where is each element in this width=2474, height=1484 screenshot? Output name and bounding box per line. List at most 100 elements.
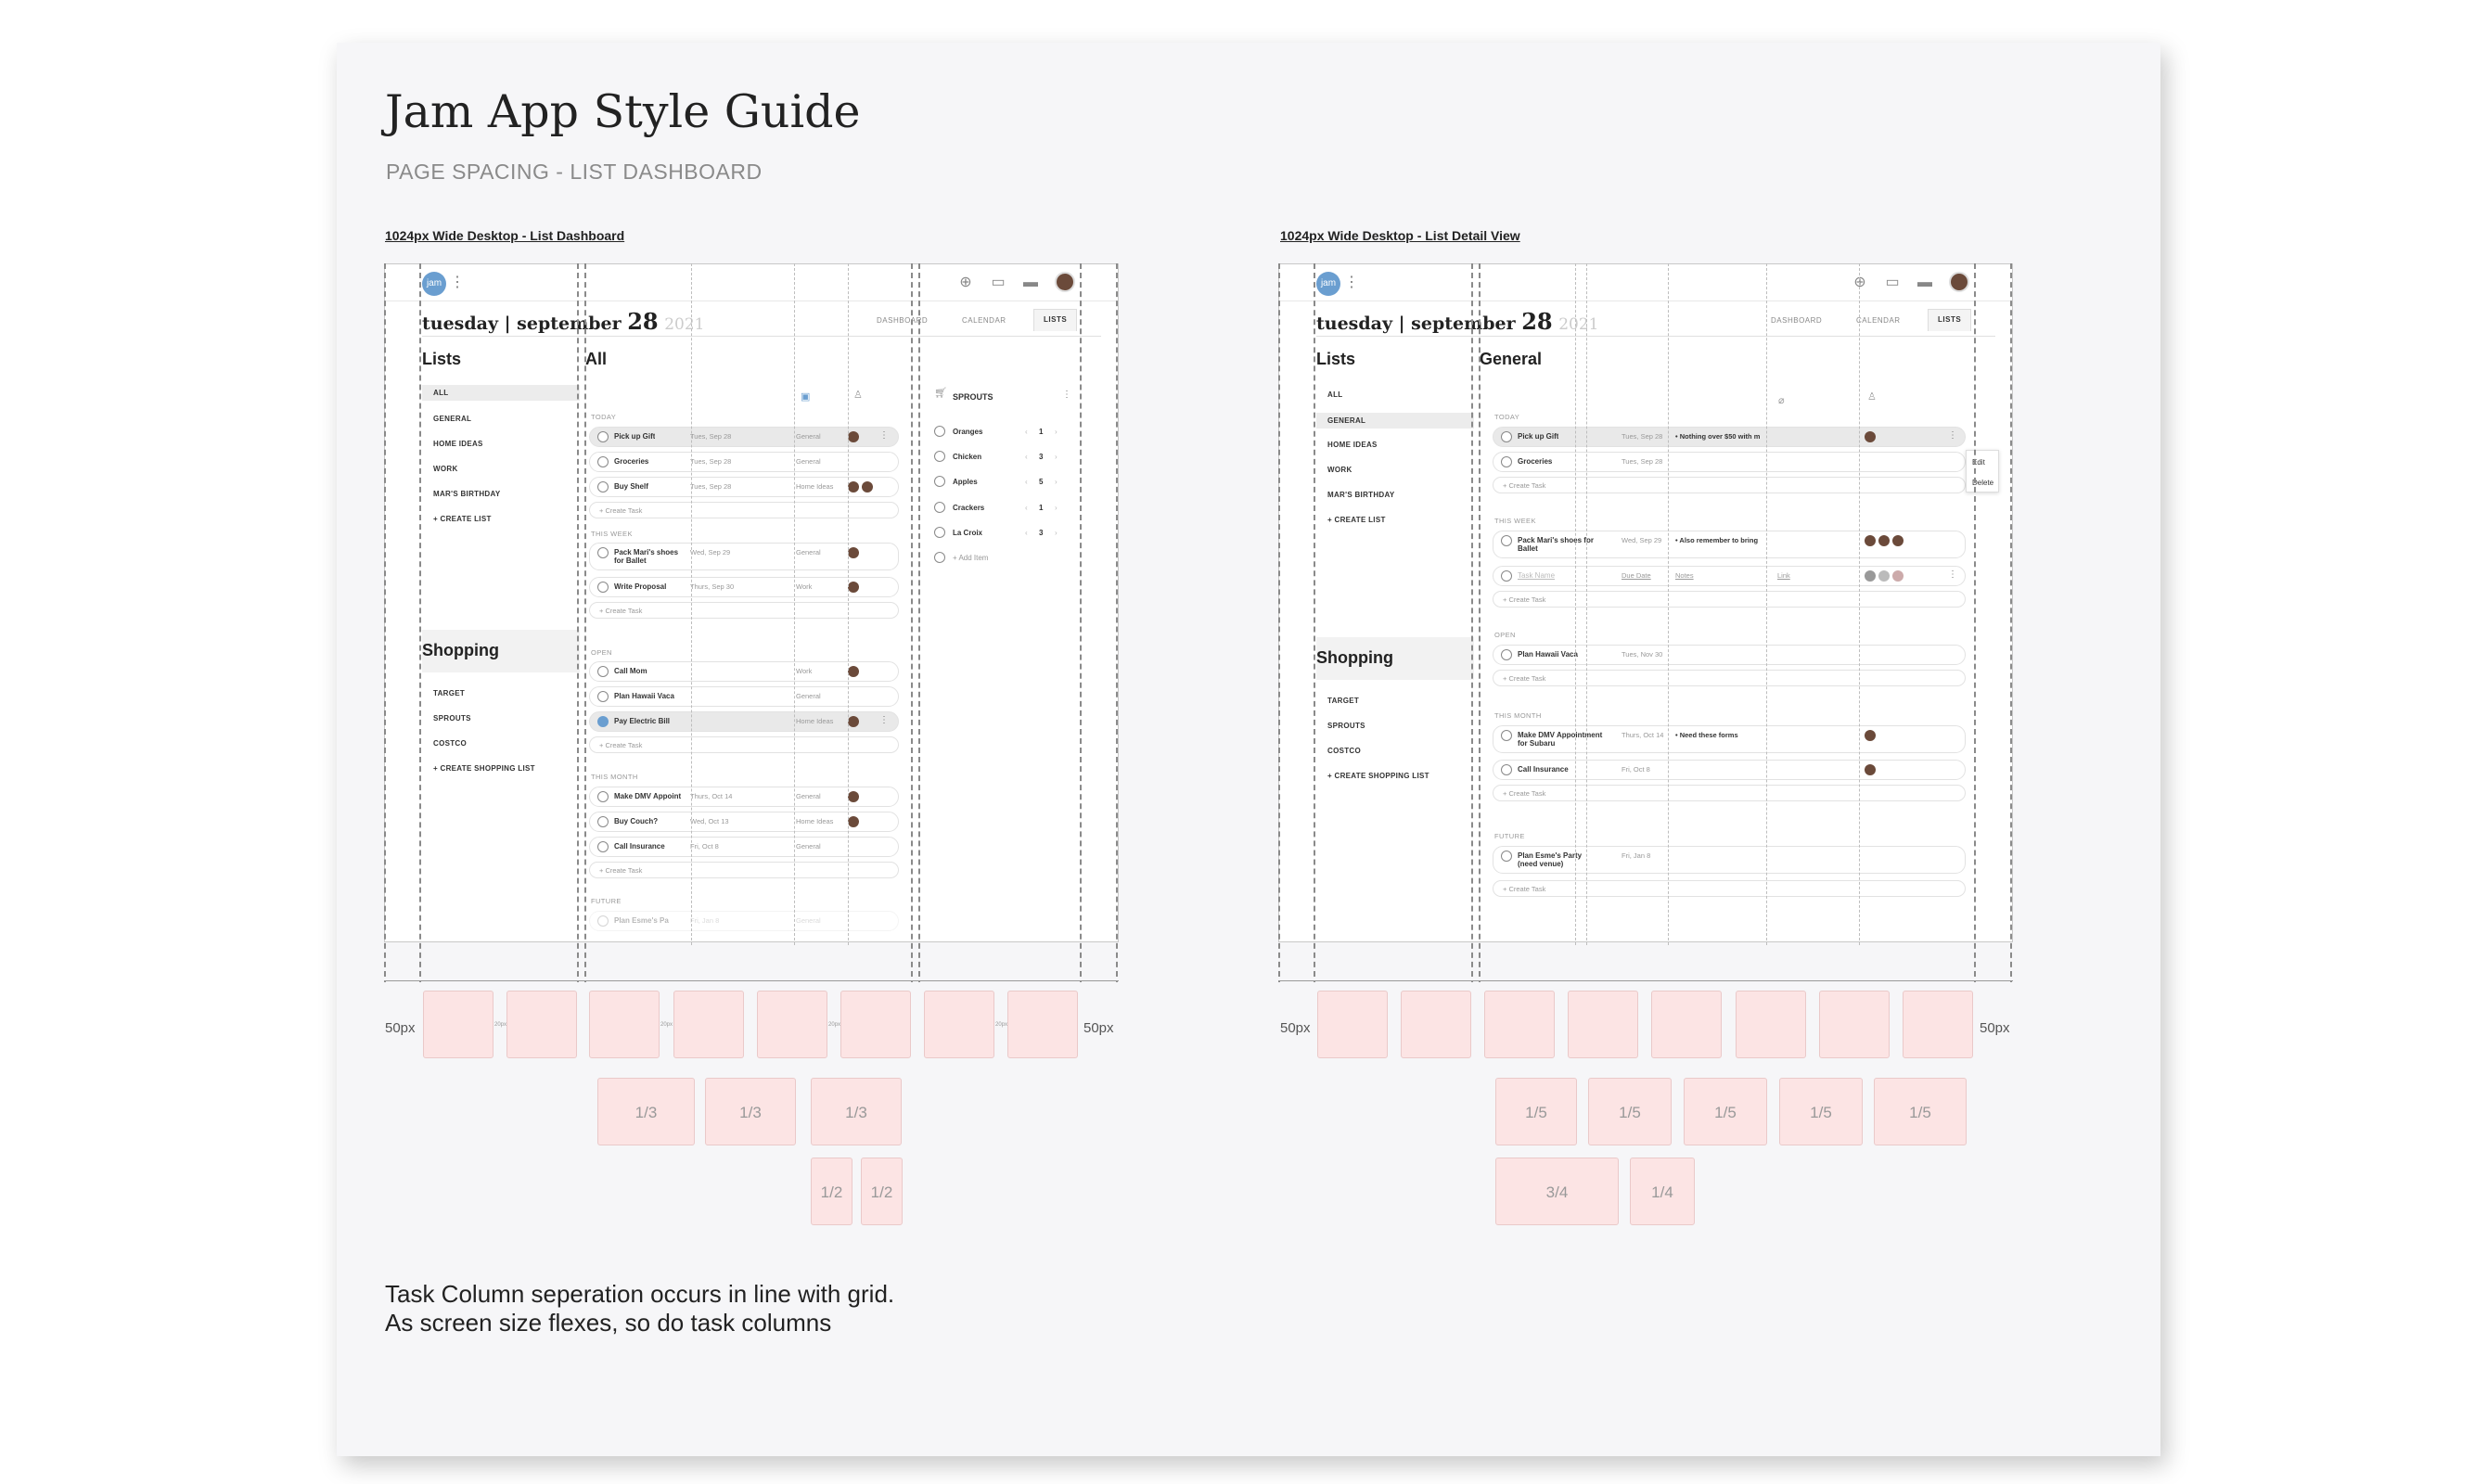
sidebar-item-home-ideas[interactable]: HOME IDEAS	[433, 440, 483, 448]
add-icon[interactable]: ⊕	[956, 274, 975, 292]
task-row[interactable]: Plan Esme's Pa Fri, Jan 8 General	[589, 911, 899, 931]
shopping-title: Shopping	[422, 641, 499, 659]
margin-label: 50px	[385, 1020, 416, 1036]
grid-line	[1668, 263, 1669, 945]
sidebar-item-sprouts[interactable]: SPROUTS	[433, 714, 471, 723]
create-task-button[interactable]: + Create Task	[589, 862, 899, 878]
gutter-label: 20px	[660, 1022, 673, 1028]
task-row[interactable]: Plan Esme's Party (need venue) Fri, Jan 8	[1493, 846, 1966, 874]
sidebar-item-costco[interactable]: COSTCO	[433, 739, 467, 748]
note-icon[interactable]: ▭	[989, 274, 1007, 292]
tab-dashboard[interactable]: DASHBOARD	[1771, 316, 1822, 325]
create-list-button[interactable]: + CREATE LIST	[433, 515, 492, 523]
create-task-button[interactable]: + Create Task	[1493, 591, 1966, 608]
tab-lists[interactable]: LISTS	[1033, 309, 1078, 331]
right-caption: 1024px Wide Desktop - List Detail View	[1280, 228, 1520, 243]
grid-line	[691, 263, 692, 945]
sidebar-item-costco[interactable]: COSTCO	[1327, 747, 1361, 755]
sidebar-item-general[interactable]: GENERAL	[1316, 413, 1474, 429]
store-menu-icon[interactable]: ⋮	[1062, 390, 1071, 400]
task-row[interactable]: Call Insurance Fri, Oct 8	[1493, 760, 1966, 780]
date-bar: tuesday | september 28 2021 DASHBOARD CA…	[1316, 301, 1995, 337]
task-row[interactable]: Buy Shelf Tues, Sep 28 Home Ideas	[589, 477, 899, 497]
footnote: Task Column seperation occurs in line wi…	[385, 1280, 895, 1337]
group-this-week: THIS WEEK	[591, 530, 633, 538]
create-task-button[interactable]: + Create Task	[589, 502, 899, 518]
task-row[interactable]: Write Proposal Thurs, Sep 30 Work	[589, 577, 899, 597]
sidebar-item-target[interactable]: TARGET	[433, 689, 465, 697]
fifth-column: 1/5	[1588, 1078, 1672, 1145]
sidebar-item-work[interactable]: WORK	[433, 465, 458, 473]
create-task-button[interactable]: + Create Task	[589, 736, 899, 753]
gutter-label: 20px	[828, 1022, 841, 1028]
avatar[interactable]	[1055, 272, 1075, 292]
third-column: 1/3	[811, 1078, 902, 1145]
grid-line	[1859, 263, 1860, 945]
sidebar-item-birthday[interactable]: MAR'S BIRTHDAY	[433, 490, 500, 498]
task-row[interactable]: Plan Hawaii Vaca Tues, Nov 30	[1493, 645, 1966, 665]
task-row[interactable]: Pack Mari's shoes for Ballet Wed, Sep 29 •…	[1493, 531, 1966, 558]
create-shopping-list-button[interactable]: + CREATE SHOPPING LIST	[433, 764, 535, 773]
sidebar-item-general[interactable]: GENERAL	[433, 415, 471, 423]
sidebar-item-target[interactable]: TARGET	[1327, 697, 1359, 705]
task-row[interactable]: Call Insurance Fri, Oct 8 General	[589, 837, 899, 857]
inbox-icon[interactable]: ▬	[1021, 274, 1040, 292]
task-row[interactable]: Task Name Due Date Notes Link ⋮	[1493, 566, 1966, 586]
sidebar-item-all[interactable]: ALL	[422, 385, 580, 401]
task-row[interactable]: Plan Hawaii Vaca General	[589, 686, 899, 707]
main-title: General	[1480, 350, 1543, 368]
fifth-column: 1/5	[1874, 1078, 1967, 1145]
add-icon[interactable]: ⊕	[1851, 274, 1869, 292]
create-task-button[interactable]: + Create Task	[1493, 477, 1966, 493]
grid-line	[1278, 263, 1280, 982]
more-icon[interactable]: ⋮	[1344, 273, 1359, 291]
tab-lists[interactable]: LISTS	[1928, 309, 1972, 331]
sidebar-item-all[interactable]: ALL	[1327, 390, 1342, 399]
grid-line	[1116, 263, 1118, 982]
create-shopping-list-button[interactable]: + CREATE SHOPPING LIST	[1327, 772, 1429, 780]
task-row[interactable]: Buy Couch? Wed, Oct 13 Home Ideas	[589, 812, 899, 832]
group-this-month: THIS MONTH	[1494, 711, 1542, 720]
sidebar-item-birthday[interactable]: MAR'S BIRTHDAY	[1327, 491, 1394, 499]
grid-column	[506, 991, 577, 1058]
sidebar-item-sprouts[interactable]: SPROUTS	[1327, 722, 1365, 730]
gutter-label: 20px	[494, 1022, 507, 1028]
task-row[interactable]: Call Mom Work	[589, 661, 899, 682]
grid-line	[1479, 263, 1481, 982]
task-row[interactable]: Make DMV Appointment for Subaru Thurs, Oc…	[1493, 725, 1966, 753]
jam-logo[interactable]: jam	[1316, 272, 1340, 296]
grid-column	[1007, 991, 1078, 1058]
create-task-button[interactable]: + Create Task	[589, 602, 899, 619]
task-row[interactable]: Groceries Tues, Sep 28	[1493, 452, 1966, 472]
store-title: SPROUTS	[953, 392, 993, 402]
top-bar: jam ⋮ ⊕ ▭ ▬	[385, 264, 1118, 301]
note-icon[interactable]: ▭	[1883, 274, 1902, 292]
three-quarter-column: 3/4	[1495, 1158, 1619, 1225]
tab-calendar[interactable]: CALENDAR	[962, 316, 1006, 325]
task-row[interactable]: Groceries Tues, Sep 28 General	[589, 452, 899, 472]
task-row[interactable]: Pick up Gift Tues, Sep 28 General ⋮	[589, 427, 899, 447]
app-window: jam ⋮ ⊕ ▭ ▬ tuesday | september 28 2021 …	[384, 263, 1119, 942]
inbox-icon[interactable]: ▬	[1916, 274, 1934, 292]
task-row[interactable]: Pack Mari's shoes for Ballet Wed, Sep 29 G…	[589, 543, 899, 570]
create-task-button[interactable]: + Create Task	[1493, 785, 1966, 801]
grid-column	[840, 991, 911, 1058]
task-row[interactable]: Pick up Gift Tues, Sep 28 • Nothing over $…	[1493, 427, 1966, 447]
task-row[interactable]: Make DMV Appoint Thurs, Oct 14 General	[589, 787, 899, 807]
create-task-button[interactable]: + Create Task	[1493, 880, 1966, 897]
tab-calendar[interactable]: CALENDAR	[1856, 316, 1901, 325]
person-column-icon: ♙	[853, 390, 863, 401]
date-bar: tuesday | september 28 2021 DASHBOARD CA…	[422, 301, 1101, 337]
task-row[interactable]: Pay Electric Bill Home Ideas ⋮	[589, 711, 899, 732]
gutter-label: 20px	[995, 1022, 1008, 1028]
avatar[interactable]	[1949, 272, 1969, 292]
more-icon[interactable]: ⋮	[450, 273, 465, 291]
jam-logo[interactable]: jam	[422, 272, 446, 296]
create-list-button[interactable]: + CREATE LIST	[1327, 516, 1386, 524]
quarter-column: 1/4	[1630, 1158, 1695, 1225]
grid-line	[1471, 263, 1473, 982]
create-task-button[interactable]: + Create Task	[1493, 670, 1966, 686]
sidebar-item-work[interactable]: WORK	[1327, 466, 1352, 474]
grid-divider	[1278, 980, 2013, 981]
sidebar-item-home-ideas[interactable]: HOME IDEAS	[1327, 441, 1378, 449]
